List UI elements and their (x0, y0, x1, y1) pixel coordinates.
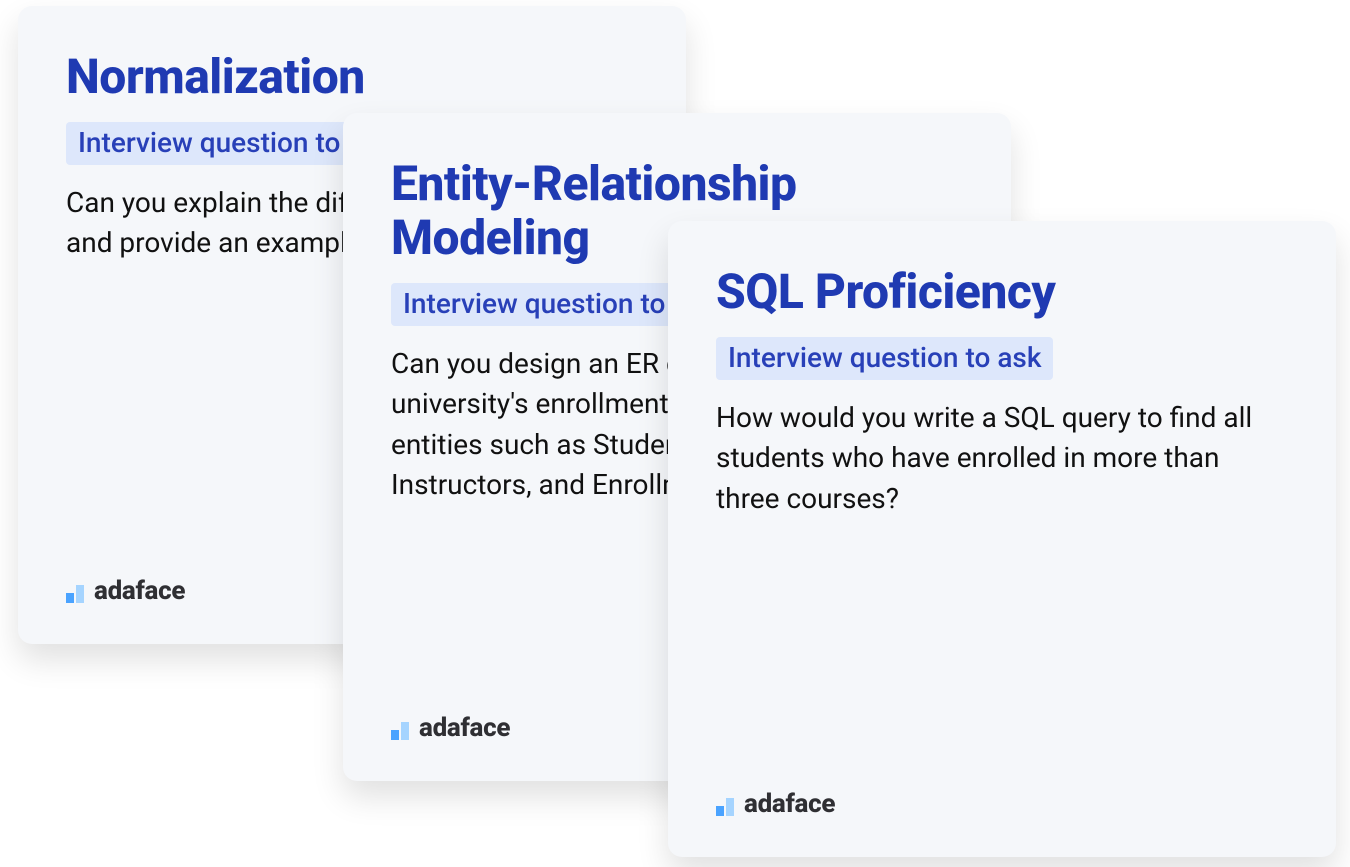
interview-badge: Interview question to ask (716, 337, 1053, 380)
brand-logo: adaface (716, 789, 835, 819)
bar-chart-icon (716, 792, 734, 816)
bar-chart-icon (391, 716, 409, 740)
brand-name: adaface (744, 789, 835, 819)
card-title: Normalization (66, 50, 638, 104)
brand-logo: adaface (66, 576, 185, 606)
brand-name: adaface (94, 576, 185, 606)
bar-chart-icon (66, 579, 84, 603)
brand-name: adaface (419, 713, 510, 743)
card-title: SQL Proficiency (716, 265, 1288, 319)
card-sql-proficiency: SQL Proficiency Interview question to as… (668, 221, 1336, 857)
question-text: How would you write a SQL query to find … (716, 398, 1288, 520)
brand-logo: adaface (391, 713, 510, 743)
